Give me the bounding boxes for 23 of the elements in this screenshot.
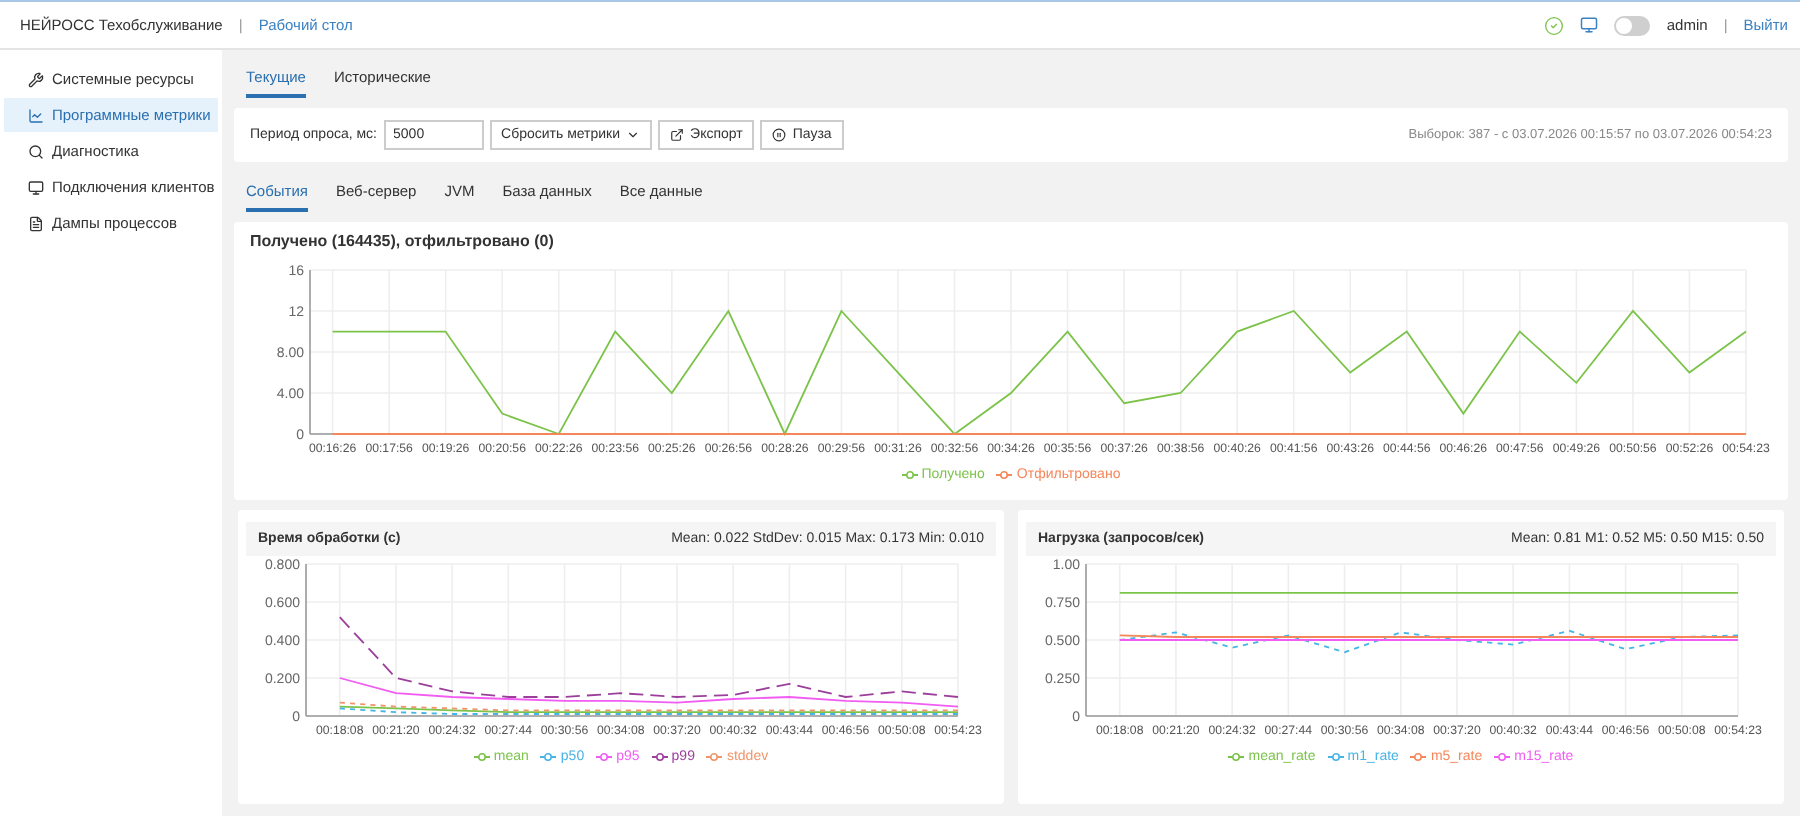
legend-marker-icon bbox=[901, 470, 918, 480]
monitor-icon[interactable] bbox=[1580, 16, 1599, 34]
document-icon bbox=[28, 215, 44, 231]
wrench-icon bbox=[28, 71, 44, 87]
legend-marker-icon bbox=[1410, 752, 1427, 762]
search-icon bbox=[28, 143, 44, 159]
pause-icon bbox=[772, 128, 787, 142]
legend-marker-icon bbox=[1228, 752, 1245, 762]
legend-marker-icon bbox=[996, 470, 1013, 480]
toggle-switch[interactable] bbox=[1614, 15, 1651, 35]
export-icon bbox=[670, 128, 685, 142]
legend-marker-icon bbox=[1327, 752, 1344, 762]
panel-title: Получено (164435), отфильтровано (0) bbox=[248, 230, 556, 254]
legend-marker-icon bbox=[1494, 752, 1511, 762]
monitor-icon bbox=[28, 179, 44, 195]
chevron-down-icon bbox=[626, 128, 641, 142]
legend-marker-icon bbox=[596, 752, 613, 762]
status-ok-icon bbox=[1544, 15, 1565, 35]
legend-marker-icon bbox=[651, 752, 668, 762]
legend-marker-icon bbox=[706, 752, 723, 762]
line-chart-icon bbox=[28, 107, 44, 123]
legend-marker-icon bbox=[540, 752, 557, 762]
legend-marker-icon bbox=[473, 752, 490, 762]
